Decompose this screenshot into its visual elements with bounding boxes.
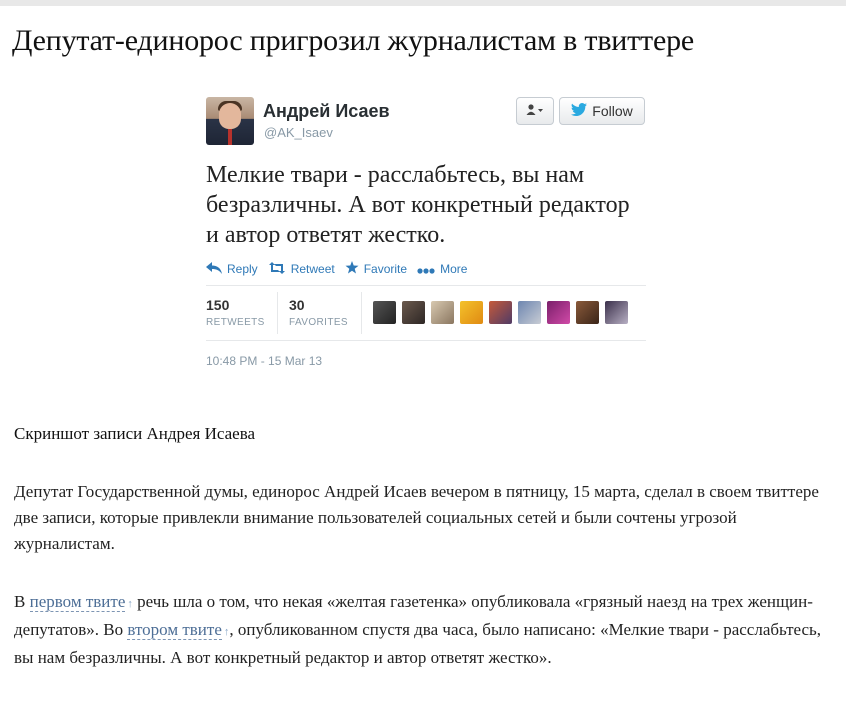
retweet-icon	[268, 261, 286, 277]
user-dropdown-button[interactable]	[516, 97, 554, 125]
tweet-text: Мелкие твари - расслабьтесь, вы нам безр…	[206, 162, 630, 248]
tweet-timestamp[interactable]: 10:48 PM - 15 Mar 13	[206, 354, 322, 368]
retweeter-avatar[interactable]	[373, 301, 396, 324]
reply-action[interactable]: Reply	[206, 261, 258, 277]
retweet-action[interactable]: Retweet	[268, 261, 335, 277]
retweeter-avatar[interactable]	[431, 301, 454, 324]
twitter-bird-icon	[571, 103, 588, 119]
stat-divider	[277, 292, 278, 334]
retweets-label: RETWEETS	[206, 317, 265, 328]
paragraph-text: В	[14, 592, 30, 611]
favorite-action[interactable]: Favorite	[345, 261, 407, 277]
retweeter-avatars	[373, 301, 628, 324]
retweeter-avatar[interactable]	[576, 301, 599, 324]
tweet-author-handle[interactable]: @AK_Isaev	[264, 125, 333, 140]
tweet-author-name[interactable]: Андрей Исаев	[263, 101, 390, 122]
tweet-actions: Reply Retweet Favorite More	[206, 261, 477, 277]
retweeter-avatar[interactable]	[402, 301, 425, 324]
reply-icon	[206, 261, 222, 277]
favorite-label: Favorite	[363, 262, 408, 276]
follow-button[interactable]: Follow	[559, 97, 645, 125]
image-caption: Скриншот записи Андрея Исаева	[14, 424, 256, 443]
reply-label: Reply	[227, 262, 258, 276]
retweets-count: 150	[206, 297, 230, 313]
favorites-count: 30	[289, 297, 305, 313]
user-dropdown-icon	[526, 103, 544, 119]
second-tweet-link[interactable]: втором твите	[127, 620, 222, 640]
embedded-tweet: Андрей Исаев @AK_Isaev Follow Мелкие тва…	[203, 92, 648, 382]
article-headline: Депутат-единорос пригрозил журналистам в…	[12, 24, 694, 57]
retweet-label: Retweet	[290, 262, 335, 276]
author-avatar[interactable]	[206, 97, 254, 145]
first-tweet-link[interactable]: первом твите	[29, 592, 126, 612]
retweeter-avatar[interactable]	[605, 301, 628, 324]
retweeter-avatar[interactable]	[460, 301, 483, 324]
more-action[interactable]: More	[417, 261, 467, 277]
article-paragraph-2: В первом твите ↑ речь шла о том, что нека…	[14, 589, 829, 671]
more-label: More	[440, 262, 468, 276]
retweeter-avatar[interactable]	[547, 301, 570, 324]
tweet-divider	[206, 340, 646, 341]
retweets-stat[interactable]: 150 RETWEETS	[206, 297, 265, 328]
retweeter-avatar[interactable]	[489, 301, 512, 324]
tweet-divider	[206, 285, 646, 286]
article-paragraph-1: Депутат Государственной думы, единорос А…	[14, 482, 819, 553]
top-bar	[0, 0, 846, 6]
more-dots-icon	[417, 261, 435, 277]
stat-divider	[361, 292, 362, 334]
follow-label: Follow	[592, 103, 633, 119]
star-icon	[345, 261, 359, 277]
favorites-label: FAVORITES	[289, 317, 348, 328]
retweeter-avatar[interactable]	[518, 301, 541, 324]
favorites-stat[interactable]: 30 FAVORITES	[289, 297, 348, 328]
